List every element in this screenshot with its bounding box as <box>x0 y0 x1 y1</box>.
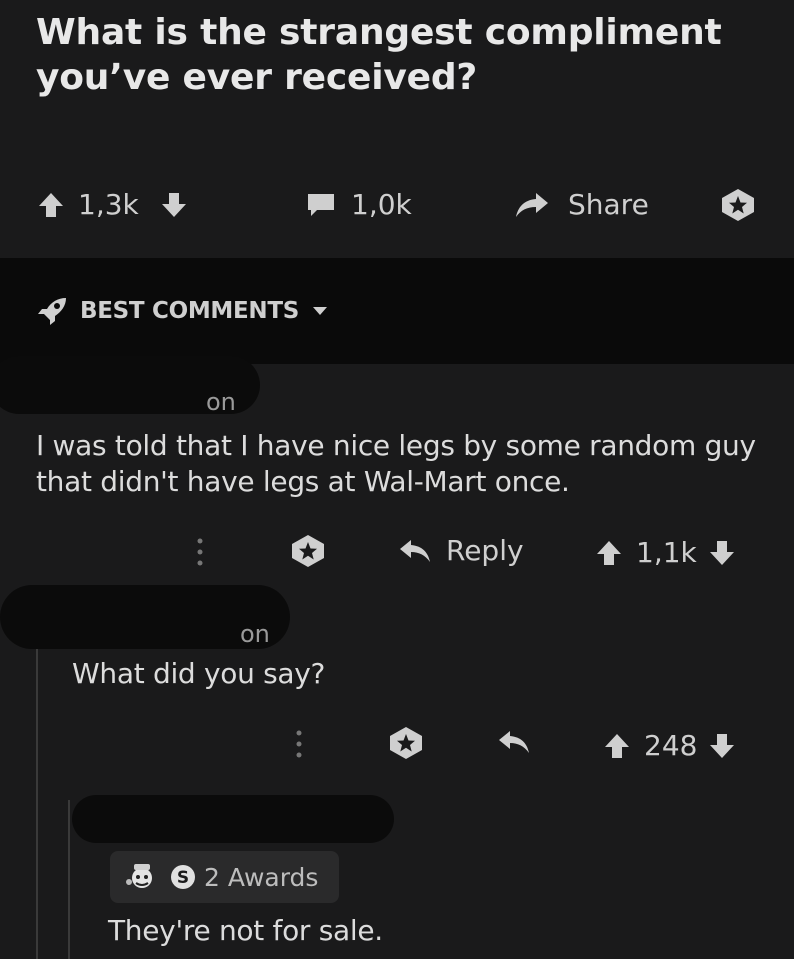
award-character-icon <box>124 860 160 894</box>
comment-score: 248 <box>644 729 698 762</box>
upvote-icon[interactable] <box>38 191 64 219</box>
reply-arrow-icon[interactable] <box>497 728 531 756</box>
award-star-icon[interactable] <box>388 726 424 760</box>
post-action-bar: 1,3k 1,0k Share <box>0 188 794 228</box>
award-star-icon[interactable] <box>290 534 326 568</box>
downvote-icon[interactable] <box>709 539 735 567</box>
award-badge-letter: S <box>177 868 189 888</box>
award-star-icon <box>720 188 756 222</box>
comment-bubble-icon <box>305 191 337 219</box>
reply-button[interactable]: Reply <box>398 534 524 567</box>
share-arrow-icon <box>514 190 550 220</box>
username-fragment: on <box>206 388 236 416</box>
redacted-username <box>72 795 394 843</box>
comments-button[interactable]: 1,0k <box>305 188 412 221</box>
post-vote-group: 1,3k <box>38 188 187 221</box>
comment-vote-group: 248 <box>604 729 735 762</box>
more-options-icon[interactable] <box>194 536 206 568</box>
award-button[interactable] <box>720 188 756 222</box>
comment-body: They're not for sale. <box>108 914 383 947</box>
thread-line <box>68 800 70 959</box>
share-button[interactable]: Share <box>514 188 649 221</box>
reply-arrow-icon <box>398 537 432 565</box>
upvote-icon[interactable] <box>604 732 630 760</box>
downvote-icon[interactable] <box>709 732 735 760</box>
downvote-icon[interactable] <box>161 191 187 219</box>
chevron-down-icon <box>311 305 329 317</box>
upvote-icon[interactable] <box>596 539 622 567</box>
comment-vote-group: 1,1k <box>596 536 735 569</box>
reply-label: Reply <box>446 534 524 567</box>
sort-label: BEST COMMENTS <box>80 298 300 324</box>
post-title: What is the strangest compliment you’ve … <box>36 12 722 98</box>
comment-body: I was told that I have nice legs by some… <box>36 429 756 498</box>
rocket-icon <box>36 296 68 326</box>
comment-score: 1,1k <box>636 536 697 569</box>
awards-label: 2 Awards <box>204 862 319 892</box>
sort-dropdown[interactable]: BEST COMMENTS <box>36 296 329 326</box>
awards-badge[interactable]: S 2 Awards <box>110 851 339 903</box>
post-score: 1,3k <box>78 188 139 221</box>
share-label: Share <box>568 188 649 221</box>
more-options-icon[interactable] <box>293 728 305 760</box>
comment-count: 1,0k <box>351 188 412 221</box>
silver-award-icon: S <box>170 864 196 890</box>
username-fragment: on <box>240 620 270 648</box>
comment-body: What did you say? <box>72 657 326 690</box>
